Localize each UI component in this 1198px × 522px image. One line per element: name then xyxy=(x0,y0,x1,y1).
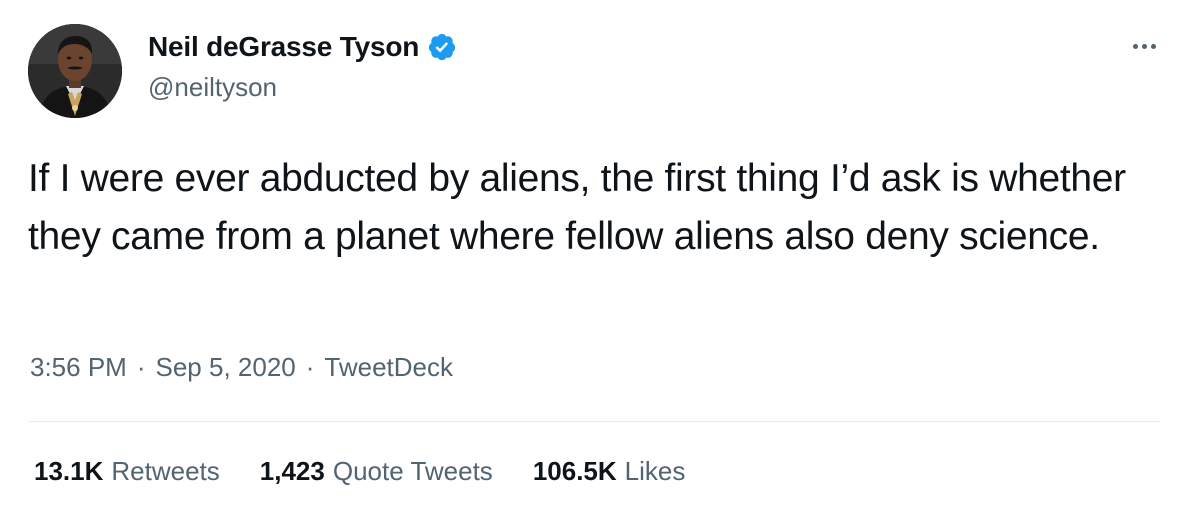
display-name[interactable]: Neil deGrasse Tyson xyxy=(148,31,419,63)
retweets-label: Retweets xyxy=(111,456,220,486)
tweet-date[interactable]: Sep 5, 2020 xyxy=(156,352,296,383)
divider xyxy=(28,421,1160,422)
more-dot xyxy=(1150,43,1156,49)
avatar[interactable] xyxy=(28,24,122,118)
more-dot xyxy=(1132,43,1138,49)
more-horizontal-icon[interactable] xyxy=(1124,34,1164,58)
quote-tweets-count: 1,423 xyxy=(259,456,325,486)
verified-badge-icon xyxy=(427,32,457,62)
meta-separator: · xyxy=(136,352,146,382)
retweets-stat[interactable]: 13.1K Retweets xyxy=(34,456,220,487)
likes-stat[interactable]: 106.5K Likes xyxy=(533,456,686,487)
more-dot xyxy=(1141,43,1147,49)
quote-tweets-label: Quote Tweets xyxy=(332,456,493,486)
tweet-time[interactable]: 3:56 PM xyxy=(30,352,127,383)
author-name-row: Neil deGrasse Tyson xyxy=(148,28,457,66)
meta-separator: · xyxy=(305,352,315,382)
tweet-card: Neil deGrasse Tyson @neiltyson If I were… xyxy=(0,0,1198,522)
author-handle[interactable]: @neiltyson xyxy=(148,72,277,103)
likes-label: Likes xyxy=(624,456,686,486)
tweet-meta: 3:56 PM · Sep 5, 2020 · TweetDeck xyxy=(30,352,453,383)
likes-count: 106.5K xyxy=(532,456,617,486)
retweets-count: 13.1K xyxy=(34,456,104,486)
tweet-stats: 13.1K Retweets 1,423 Quote Tweets 106.5K… xyxy=(34,456,725,487)
avatar-image xyxy=(28,24,122,118)
tweet-text: If I were ever abducted by aliens, the f… xyxy=(28,157,1126,258)
tweet-source[interactable]: TweetDeck xyxy=(324,352,453,383)
quote-tweets-stat[interactable]: 1,423 Quote Tweets xyxy=(260,456,493,487)
